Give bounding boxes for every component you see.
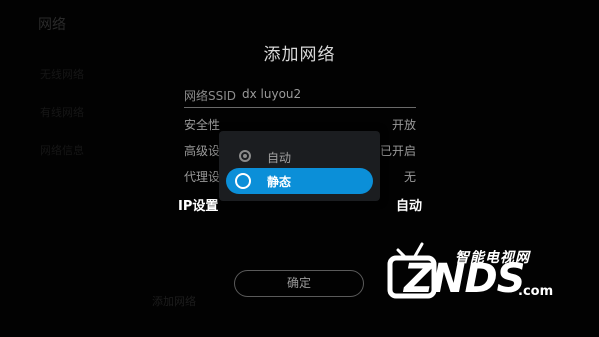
option-static-label: 静态 (267, 175, 292, 189)
proxy-value: 无 (403, 170, 416, 184)
ip-settings-value: 自动 (395, 199, 422, 214)
advanced-value: 已开启 (379, 144, 416, 158)
watermark-main-text: ZNDS (404, 256, 525, 302)
ip-settings-label: IP设置 (178, 199, 219, 214)
background-item-info: 网络信息 (40, 144, 84, 157)
radio-empty-icon (235, 173, 251, 189)
background-hint: 添加网络 (152, 295, 196, 308)
dialog-title: 添加网络 (263, 45, 336, 65)
background-item-wired: 有线网络 (40, 106, 84, 119)
option-auto[interactable]: 自动 (226, 144, 373, 170)
option-auto-label: 自动 (267, 151, 292, 165)
znds-watermark: 智能电视网 ZNDS .com (384, 236, 584, 308)
screen: 网络 无线网络 有线网络 网络信息 添加网络 网络SSID dx luyou2 … (0, 0, 599, 337)
ssid-label: 网络SSID (184, 89, 237, 103)
security-label: 安全性 (184, 118, 221, 132)
option-static[interactable]: 静态 (226, 168, 373, 194)
watermark-suffix: .com (518, 284, 554, 299)
ssid-field[interactable]: 网络SSID dx luyou2 (184, 85, 416, 108)
confirm-button[interactable]: 确定 (234, 270, 364, 297)
background-item-wireless: 无线网络 (40, 68, 84, 81)
ssid-value: dx luyou2 (242, 87, 302, 101)
security-value: 开放 (391, 118, 416, 132)
proxy-label: 代理设 (184, 170, 221, 184)
radio-selected-icon (239, 150, 251, 162)
background-title: 网络 (38, 17, 66, 33)
ip-mode-popup: 自动 静态 (219, 131, 380, 201)
advanced-label: 高级设 (184, 144, 221, 158)
